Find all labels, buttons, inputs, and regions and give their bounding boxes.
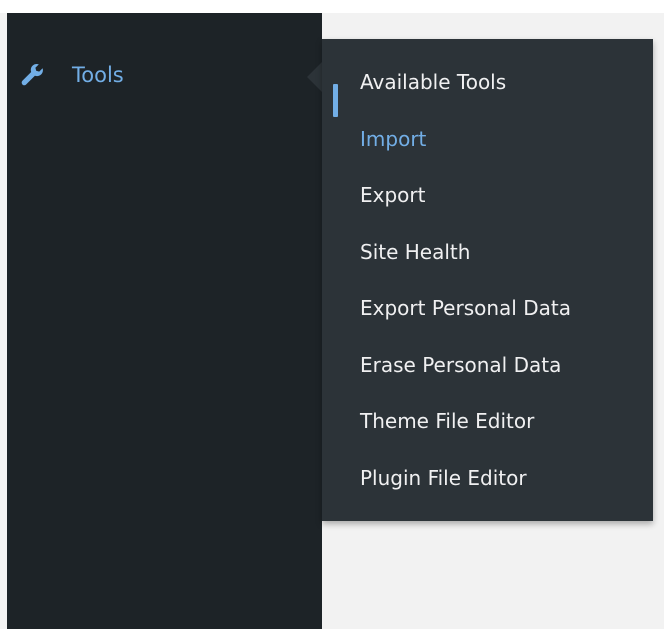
sidebar-item-label: Tools — [72, 63, 124, 87]
submenu-item-label: Available Tools — [360, 70, 507, 94]
submenu-item-export-personal-data[interactable]: Export Personal Data — [322, 289, 653, 346]
submenu-item-erase-personal-data[interactable]: Erase Personal Data — [322, 346, 653, 403]
submenu-item-label: Theme File Editor — [360, 409, 535, 433]
submenu-item-label: Export — [360, 183, 426, 207]
submenu-item-export[interactable]: Export — [322, 176, 653, 233]
submenu-item-label: Erase Personal Data — [360, 352, 562, 377]
submenu-item-label: Import — [360, 126, 427, 151]
submenu-item-site-health[interactable]: Site Health — [322, 233, 653, 290]
sidebar-item-tools[interactable]: Tools — [7, 53, 322, 97]
submenu-item-import[interactable]: Import — [322, 120, 653, 177]
left-edge — [0, 13, 7, 629]
submenu-pointer — [307, 62, 322, 92]
submenu-item-label: Plugin File Editor — [360, 465, 527, 490]
submenu-list: Available Tools Import Export Site Healt… — [322, 63, 653, 515]
submenu-item-theme-file-editor[interactable]: Theme File Editor — [322, 402, 653, 459]
submenu-item-label: Export Personal Data — [360, 296, 571, 320]
submenu-item-plugin-file-editor[interactable]: Plugin File Editor — [322, 459, 653, 516]
wrench-icon — [20, 63, 44, 87]
submenu-item-available-tools[interactable]: Available Tools — [322, 63, 653, 120]
admin-sidebar: Tools — [7, 13, 322, 629]
top-strip — [0, 0, 664, 13]
submenu-item-label: Site Health — [360, 239, 471, 264]
tools-submenu: Available Tools Import Export Site Healt… — [322, 39, 653, 521]
